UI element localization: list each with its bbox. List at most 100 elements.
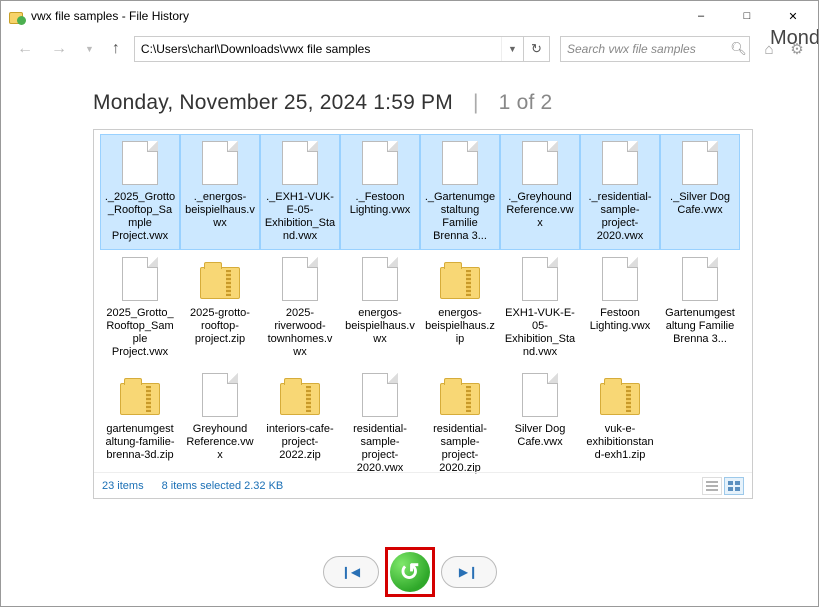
file-icon xyxy=(519,373,561,421)
file-list-pane: ._2025_Grotto_Rooftop_Sample Project.vwx… xyxy=(93,129,753,499)
up-button[interactable]: ↑ xyxy=(108,38,124,60)
window-title: vwx file samples - File History xyxy=(31,9,678,23)
file-item[interactable]: ._2025_Grotto_Rooftop_Sample Project.vwx xyxy=(100,134,180,250)
file-item[interactable]: 2025-grotto-rooftop-project.zip xyxy=(180,250,260,366)
file-icon xyxy=(519,257,561,305)
previous-version-button[interactable]: ❙◀ xyxy=(323,556,379,588)
file-icon xyxy=(679,257,721,305)
selection-info: 8 items selected 2.32 KB xyxy=(162,480,284,492)
version-header: Monday, November 25, 2024 1:59 PM | 1 of… xyxy=(93,91,753,115)
file-icon xyxy=(599,141,641,189)
file-label: ._Festoon Lighting.vwx xyxy=(343,189,417,217)
title-bar: vwx file samples - File History – □ ✕ xyxy=(1,1,818,31)
file-item[interactable]: ._Silver Dog Cafe.vwx xyxy=(660,134,740,250)
playback-controls: ❙◀ ↺ ▶❙ xyxy=(1,547,818,597)
search-icon[interactable]: 🔍︎ xyxy=(728,41,749,57)
file-item[interactable]: Silver Dog Cafe.vwx xyxy=(500,366,580,482)
file-item[interactable]: Gartenumgestaltung Familie Brenna 3... xyxy=(660,250,740,366)
file-label: ._2025_Grotto_Rooftop_Sample Project.vwx xyxy=(103,189,177,243)
file-label: residential-sample-project-2020.zip xyxy=(423,421,497,475)
file-item[interactable]: residential-sample-project-2020.zip xyxy=(420,366,500,482)
file-icon xyxy=(359,141,401,189)
file-item[interactable]: vuk-e-exhibitionstand-exh1.zip xyxy=(580,366,660,482)
file-label: Festoon Lighting.vwx xyxy=(583,305,657,333)
file-label: Gartenumgestaltung Familie Brenna 3... xyxy=(663,305,737,346)
file-icon xyxy=(679,141,721,189)
file-item[interactable]: EXH1-VUK-E-05-Exhibition_Stand.vwx xyxy=(500,250,580,366)
zip-icon xyxy=(119,373,161,421)
file-item[interactable]: gartenumgestaltung-familie-brenna-3d.zip xyxy=(100,366,180,482)
file-item[interactable]: Festoon Lighting.vwx xyxy=(580,250,660,366)
back-button[interactable]: ← xyxy=(13,38,37,60)
file-item[interactable]: energos-beispielhaus.vwx xyxy=(340,250,420,366)
version-date: Monday, November 25, 2024 1:59 PM xyxy=(93,91,453,114)
forward-button[interactable]: → xyxy=(47,38,71,60)
file-label: interiors-cafe-project-2022.zip xyxy=(263,421,337,462)
file-label: 2025-grotto-rooftop-project.zip xyxy=(183,305,257,346)
refresh-button[interactable]: ↻ xyxy=(523,37,549,61)
next-version-button[interactable]: ▶❙ xyxy=(441,556,497,588)
history-dropdown[interactable]: ▼ xyxy=(81,42,98,56)
file-label: energos-beispielhaus.zip xyxy=(423,305,497,346)
restore-highlight: ↺ xyxy=(385,547,435,597)
file-label: ._Greyhound Reference.vwx xyxy=(503,189,577,230)
app-icon xyxy=(9,8,25,24)
maximize-button[interactable]: □ xyxy=(724,1,770,31)
file-label: ._EXH1-VUK-E-05-Exhibition_Stand.vwx xyxy=(263,189,337,243)
file-item[interactable]: energos-beispielhaus.zip xyxy=(420,250,500,366)
file-item[interactable]: 2025-riverwood-townhomes.vwx xyxy=(260,250,340,366)
minimize-button[interactable]: – xyxy=(678,1,724,31)
address-dropdown[interactable]: ▼ xyxy=(501,37,523,61)
file-label: Greyhound Reference.vwx xyxy=(183,421,257,462)
status-bar: 23 items 8 items selected 2.32 KB xyxy=(94,472,752,498)
file-grid: ._2025_Grotto_Rooftop_Sample Project.vwx… xyxy=(94,130,752,482)
address-input[interactable] xyxy=(135,37,501,61)
icons-view-icon[interactable] xyxy=(724,477,744,495)
zip-icon xyxy=(199,257,241,305)
file-label: ._Silver Dog Cafe.vwx xyxy=(663,189,737,217)
file-icon xyxy=(279,141,321,189)
file-label: ._energos-beispielhaus.vwx xyxy=(183,189,257,230)
details-view-icon[interactable] xyxy=(702,477,722,495)
file-icon xyxy=(359,373,401,421)
zip-icon xyxy=(599,373,641,421)
zip-icon xyxy=(279,373,321,421)
file-item[interactable]: ._EXH1-VUK-E-05-Exhibition_Stand.vwx xyxy=(260,134,340,250)
file-label: energos-beispielhaus.vwx xyxy=(343,305,417,346)
file-item[interactable]: ._Gartenumgestaltung Familie Brenna 3... xyxy=(420,134,500,250)
zip-icon xyxy=(439,373,481,421)
file-item[interactable]: ._Festoon Lighting.vwx xyxy=(340,134,420,250)
file-item[interactable]: interiors-cafe-project-2022.zip xyxy=(260,366,340,482)
file-label: ._residential-sample-project-2020.vwx xyxy=(583,189,657,243)
file-item[interactable]: Greyhound Reference.vwx xyxy=(180,366,260,482)
file-label: EXH1-VUK-E-05-Exhibition_Stand.vwx xyxy=(503,305,577,359)
file-item[interactable]: ._Greyhound Reference.vwx xyxy=(500,134,580,250)
restore-button[interactable]: ↺ xyxy=(390,552,430,592)
file-icon xyxy=(279,257,321,305)
next-version-peek: Monda xyxy=(770,27,818,50)
version-page: 1 of 2 xyxy=(499,91,553,114)
file-icon xyxy=(119,141,161,189)
file-label: ._Gartenumgestaltung Familie Brenna 3... xyxy=(423,189,497,243)
file-icon xyxy=(519,141,561,189)
header-separator: | xyxy=(473,91,479,114)
search-input[interactable] xyxy=(561,42,728,56)
file-item[interactable]: residential-sample-project-2020.vwx xyxy=(340,366,420,482)
file-item[interactable]: ._energos-beispielhaus.vwx xyxy=(180,134,260,250)
file-icon xyxy=(359,257,401,305)
view-switcher xyxy=(702,477,744,495)
file-icon xyxy=(439,141,481,189)
search-box[interactable]: 🔍︎ xyxy=(560,36,750,62)
zip-icon xyxy=(439,257,481,305)
file-icon xyxy=(599,257,641,305)
file-item[interactable]: 2025_Grotto_Rooftop_Sample Project.vwx xyxy=(100,250,180,366)
file-label: gartenumgestaltung-familie-brenna-3d.zip xyxy=(103,421,177,462)
file-label: Silver Dog Cafe.vwx xyxy=(503,421,577,449)
nav-bar: ← → ▼ ↑ ▼ ↻ 🔍︎ ⌂ ⚙ xyxy=(1,31,818,67)
file-label: 2025-riverwood-townhomes.vwx xyxy=(263,305,337,359)
file-label: 2025_Grotto_Rooftop_Sample Project.vwx xyxy=(103,305,177,359)
file-item[interactable]: ._residential-sample-project-2020.vwx xyxy=(580,134,660,250)
file-icon xyxy=(119,257,161,305)
item-count: 23 items xyxy=(102,480,144,492)
address-bar[interactable]: ▼ ↻ xyxy=(134,36,550,62)
